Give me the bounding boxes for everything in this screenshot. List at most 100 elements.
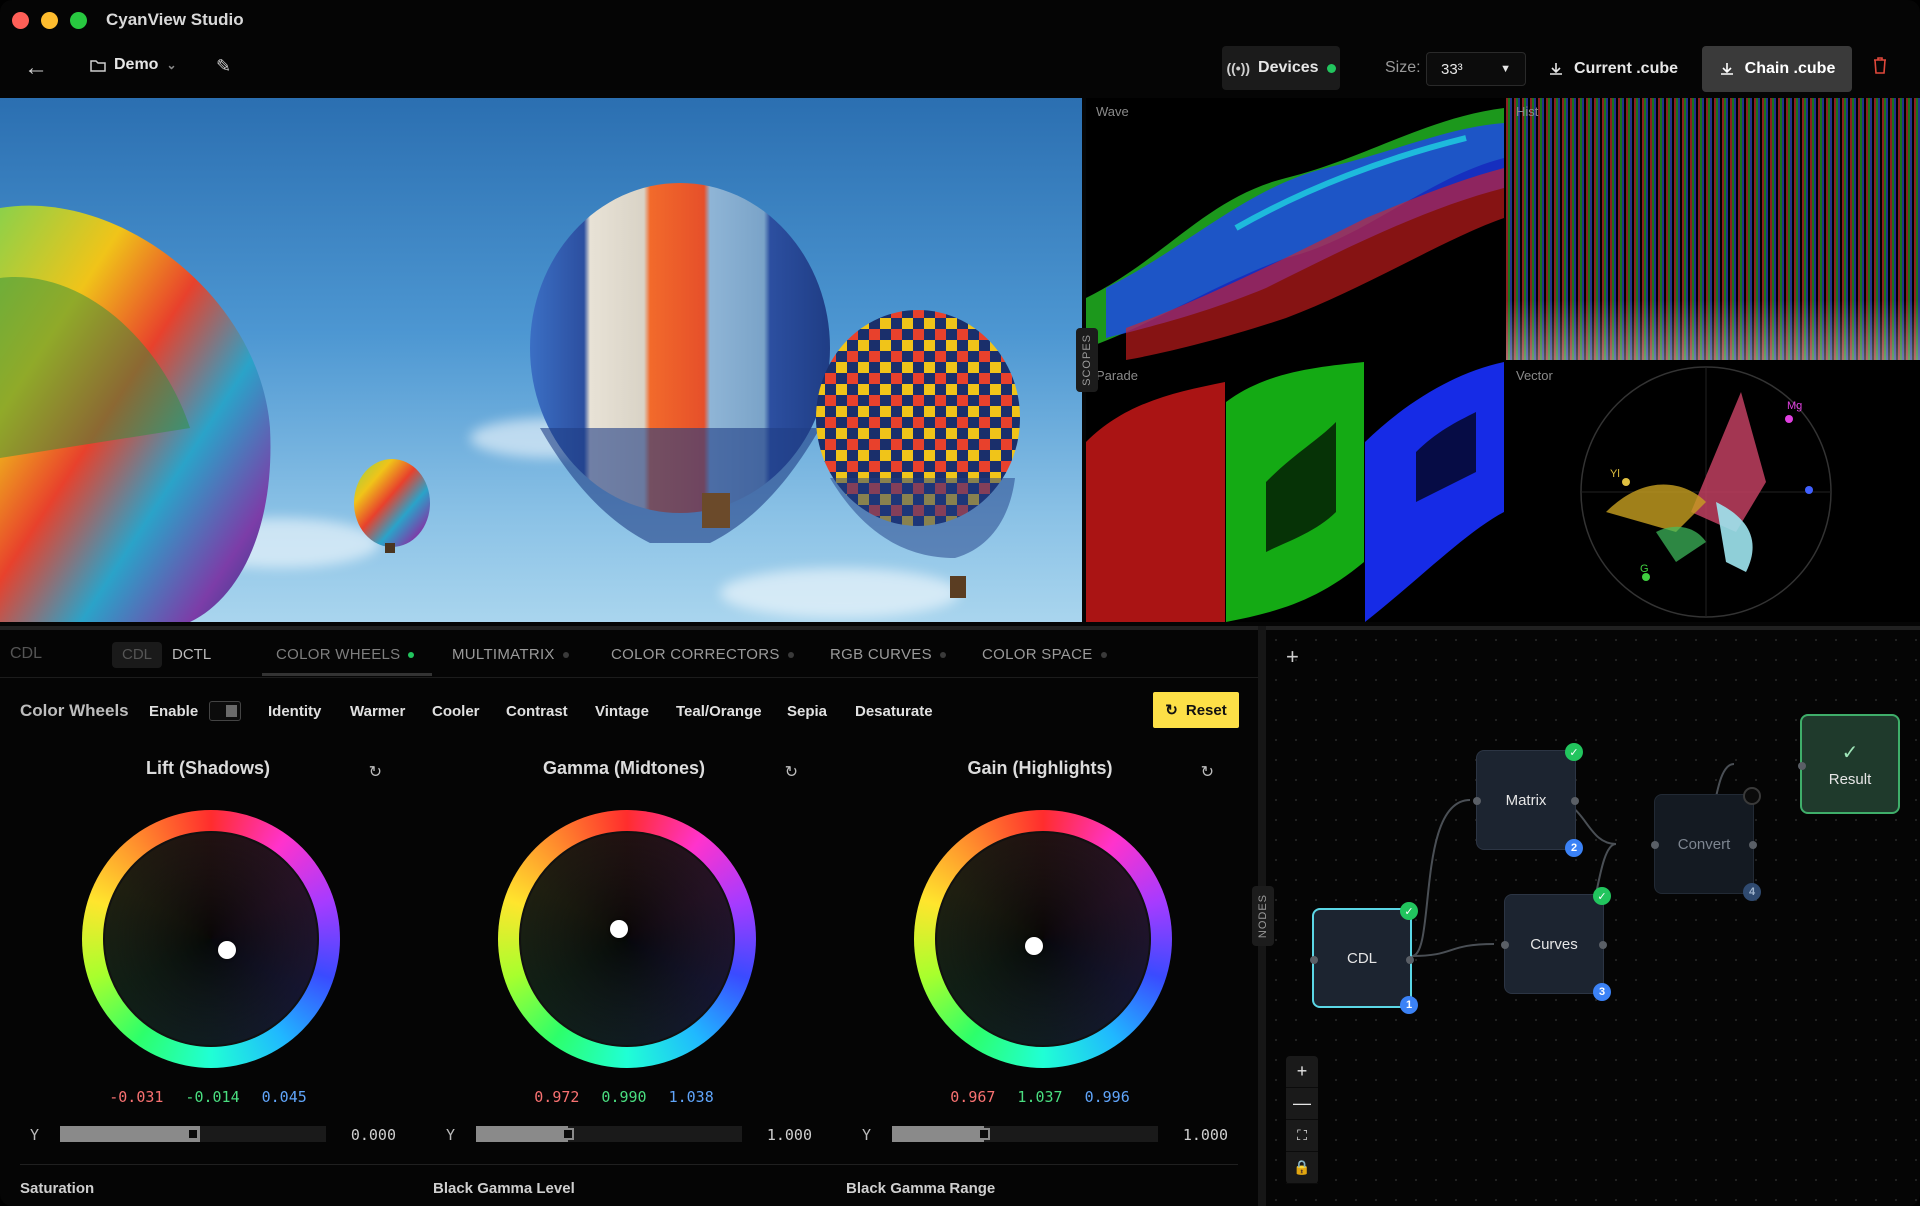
tab-color-wheels[interactable]: COLOR WHEELS: [276, 646, 415, 663]
trash-icon[interactable]: [1872, 56, 1888, 79]
status-dot: [1100, 651, 1107, 658]
value-r: -0.031: [109, 1088, 164, 1106]
adjustments-panel: CDL CDL DCTL COLOR WHEELS MULTIMATRIX CO…: [0, 626, 1258, 1206]
project-selector[interactable]: Demo ⌄: [90, 56, 177, 74]
node-label: Convert: [1677, 835, 1731, 853]
node-matrix[interactable]: Matrix ✓ 2: [1473, 743, 1583, 857]
tab-rgb-curves[interactable]: RGB CURVES: [830, 646, 946, 663]
node-input-port[interactable]: [1798, 762, 1806, 770]
hist-label: Hist: [1516, 104, 1539, 119]
wheel-inner: [935, 831, 1151, 1047]
node-input-port[interactable]: [1310, 956, 1318, 964]
tab-color-space[interactable]: COLOR SPACE: [982, 646, 1107, 663]
segment-cdl[interactable]: CDL: [112, 642, 163, 668]
preset-teal-orange[interactable]: Teal/Orange: [676, 703, 762, 720]
tab-color-correctors[interactable]: COLOR CORRECTORS: [611, 646, 794, 663]
gain-y-slider[interactable]: [892, 1126, 1158, 1142]
back-arrow-icon[interactable]: ←: [24, 56, 50, 82]
download-icon: [1550, 63, 1562, 75]
node-label: Matrix: [1505, 791, 1547, 809]
check-icon: ✓: [1841, 742, 1859, 764]
close-window-button[interactable]: [12, 12, 29, 29]
node-output-port[interactable]: [1571, 797, 1579, 805]
enable-toggle[interactable]: [209, 701, 241, 721]
scopes-tab-label: SCOPES: [1081, 334, 1093, 386]
export-chain-cube-button[interactable]: Chain .cube: [1702, 46, 1852, 92]
download-icon: [1720, 63, 1733, 75]
parade-label: Parade: [1096, 368, 1138, 383]
tab-label: COLOR SPACE: [982, 646, 1093, 663]
preset-cooler[interactable]: Cooler: [432, 703, 480, 720]
preset-contrast[interactable]: Contrast: [506, 703, 568, 720]
black-gamma-level-label: Black Gamma Level: [433, 1180, 575, 1197]
gamma-y-slider[interactable]: [476, 1126, 742, 1142]
export-current-cube-button[interactable]: Current .cube: [1548, 52, 1678, 86]
preset-identity[interactable]: Identity: [268, 703, 321, 720]
zoom-out-icon[interactable]: —: [1286, 1088, 1318, 1120]
minimize-window-button[interactable]: [41, 12, 58, 29]
lock-icon[interactable]: 🔒: [1286, 1152, 1318, 1184]
node-editor[interactable]: + CDL ✓ 1 Matrix ✓ 2 Curves ✓ 3 Convert …: [1266, 626, 1920, 1206]
tab-label: COLOR WHEELS: [276, 646, 401, 663]
node-number-badge: 3: [1593, 983, 1611, 1001]
node-curves[interactable]: Curves ✓ 3: [1501, 887, 1611, 1001]
refresh-icon[interactable]: ↻: [369, 762, 382, 782]
node-output-port[interactable]: [1406, 956, 1414, 964]
node-result[interactable]: ✓ Result: [1798, 714, 1900, 814]
slider-thumb[interactable]: [978, 1128, 990, 1140]
node-cdl[interactable]: CDL ✓ 1: [1310, 902, 1418, 1014]
waveform-trace: [1086, 108, 1504, 360]
lift-color-wheel[interactable]: [82, 810, 340, 1068]
preset-warmer[interactable]: Warmer: [350, 703, 405, 720]
value-r: 0.972: [534, 1088, 580, 1106]
current-cube-label: Current .cube: [1574, 60, 1679, 77]
color-wheels-toolbar: Color Wheels Enable Identity Warmer Cool…: [0, 692, 1258, 728]
value-b: 0.045: [261, 1088, 307, 1106]
vector-target-g: G: [1640, 563, 1649, 575]
gamma-wheel-puck[interactable]: [610, 920, 628, 938]
y-label: Y: [30, 1126, 40, 1144]
caret-down-icon: ▼: [1500, 63, 1511, 75]
reset-button[interactable]: ↻ Reset: [1153, 692, 1239, 728]
app-window: CyanView Studio ← Demo ⌄ ✎ ((•)) Devices…: [0, 0, 1920, 1206]
size-label: Size:: [1385, 59, 1421, 76]
fit-view-icon[interactable]: ⛶: [1286, 1120, 1318, 1152]
preset-vintage[interactable]: Vintage: [595, 703, 649, 720]
node-label: Result: [1828, 771, 1872, 788]
gain-wheel-puck[interactable]: [1025, 937, 1043, 955]
value-r: 0.967: [950, 1088, 996, 1106]
node-input-port[interactable]: [1473, 797, 1481, 805]
tab-multimatrix[interactable]: MULTIMATRIX: [452, 646, 569, 663]
preset-desaturate[interactable]: Desaturate: [855, 703, 933, 720]
maximize-window-button[interactable]: [70, 12, 87, 29]
segment-dctl[interactable]: DCTL: [162, 642, 221, 668]
window-controls: [12, 12, 87, 29]
vector-target-mg: Mg: [1787, 400, 1802, 412]
pencil-icon[interactable]: ✎: [216, 56, 231, 77]
devices-button[interactable]: ((•)) Devices: [1222, 46, 1340, 90]
nodes-toggle[interactable]: NODES: [1252, 886, 1274, 946]
slider-thumb[interactable]: [562, 1128, 574, 1140]
node-input-port[interactable]: [1501, 941, 1509, 949]
size-select[interactable]: 33³ ▼: [1426, 52, 1526, 86]
zoom-in-icon[interactable]: +: [1286, 1056, 1318, 1088]
node-output-port[interactable]: [1749, 841, 1757, 849]
node-output-port[interactable]: [1599, 941, 1607, 949]
slider-thumb[interactable]: [187, 1128, 199, 1140]
refresh-icon[interactable]: ↻: [1201, 762, 1214, 782]
lift-wheel-puck[interactable]: [218, 941, 236, 959]
lift-y-slider[interactable]: [60, 1126, 326, 1142]
wheel-inner: [519, 831, 735, 1047]
scopes-toggle[interactable]: SCOPES: [1076, 328, 1098, 392]
wheel-values: 0.967 1.037 0.996: [832, 1088, 1248, 1106]
gain-color-wheel[interactable]: [914, 810, 1172, 1068]
status-dot: [408, 651, 415, 658]
node-convert[interactable]: Convert 4: [1651, 787, 1761, 901]
node-input-port[interactable]: [1651, 841, 1659, 849]
slider-fill: [60, 1126, 200, 1142]
refresh-icon[interactable]: ↻: [785, 762, 798, 782]
tab-label: RGB CURVES: [830, 646, 932, 663]
gamma-color-wheel[interactable]: [498, 810, 756, 1068]
preset-sepia[interactable]: Sepia: [787, 703, 827, 720]
image-viewer[interactable]: [0, 98, 1082, 622]
